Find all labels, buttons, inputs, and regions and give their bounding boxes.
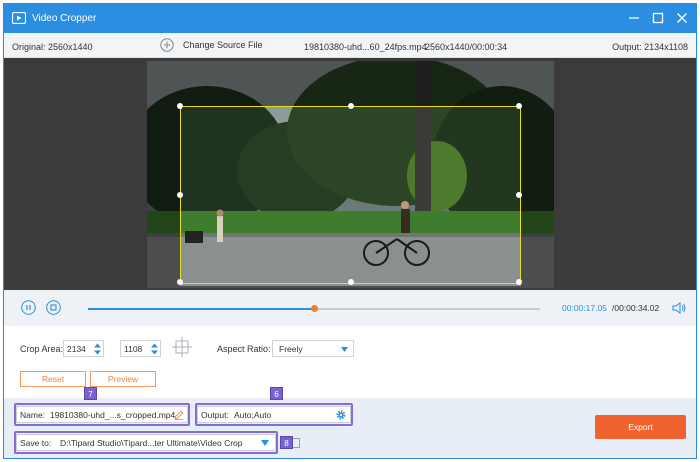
crop-handle-left[interactable] (177, 192, 183, 198)
crop-rectangle[interactable] (177, 103, 522, 285)
reset-button[interactable]: Reset (20, 371, 86, 387)
export-button[interactable]: Export (595, 415, 686, 439)
change-source-button[interactable]: Change Source File (160, 36, 263, 54)
output-settings-panel: Name: 19810380-uhd_...s_cropped.mp4 7 Ou… (4, 387, 696, 458)
source-info-bar: Original: 2560x1440 Change Source File 1… (4, 33, 696, 58)
folder-icon[interactable] (292, 438, 300, 448)
crop-handle-bottom[interactable] (348, 279, 354, 285)
chevron-down-icon (341, 347, 348, 352)
pause-icon[interactable] (21, 300, 36, 315)
video-cropper-app-icon (12, 12, 26, 24)
total-time: /00:00:34.02 (612, 303, 660, 313)
width-stepper-icon[interactable] (93, 342, 102, 356)
aspect-ratio-select[interactable]: Freely (272, 340, 354, 357)
aspect-ratio-value: Freely (279, 344, 303, 354)
crop-handle-bottom-right[interactable] (516, 279, 522, 285)
timeline-slider[interactable] (88, 305, 540, 312)
crop-width-value: 2134 (67, 344, 86, 354)
output-resolution: Output: 2134x1108 (612, 42, 688, 52)
crop-height-input[interactable]: 1108 (120, 340, 161, 357)
video-cropper-window: Video Cropper Original: 2560x1440 Change… (3, 3, 697, 459)
crop-handle-bottom-left[interactable] (177, 279, 183, 285)
timeline-progress (88, 308, 314, 310)
crop-area-label: Crop Area: (20, 344, 64, 354)
aspect-ratio-label: Aspect Ratio: (217, 344, 271, 354)
maximize-icon[interactable] (649, 10, 667, 26)
crop-handle-top-right[interactable] (516, 103, 522, 109)
preview-button[interactable]: Preview (90, 371, 156, 387)
crop-handle-top[interactable] (348, 103, 354, 109)
name-step-badge: 7 (84, 387, 97, 400)
crop-width-input[interactable]: 2134 (63, 340, 104, 357)
timeline-playhead[interactable] (311, 305, 318, 312)
center-crop-icon[interactable] (172, 337, 192, 357)
current-time: 00:00:17.05 (562, 303, 607, 313)
save-to-field-highlight (14, 431, 278, 454)
source-file-name: 19810380-uhd...60_24fps.mp4 (304, 42, 427, 52)
playback-bar: 00:00:17.05 /00:00:34.02 (4, 290, 696, 326)
save-to-step-badge: 8 (280, 436, 293, 449)
video-preview-area (4, 58, 696, 290)
window-title: Video Cropper (32, 13, 97, 24)
output-step-badge: 6 (270, 387, 283, 400)
volume-icon[interactable] (672, 302, 686, 314)
source-file-meta: 2560x1440/00:00:34 (425, 42, 508, 52)
title-bar: Video Cropper (4, 4, 696, 33)
change-source-label: Change Source File (183, 40, 263, 50)
add-circle-icon (160, 38, 174, 52)
stop-icon[interactable] (46, 300, 61, 315)
close-icon[interactable] (673, 10, 691, 26)
output-field-highlight (195, 403, 353, 426)
crop-height-value: 1108 (124, 344, 143, 354)
crop-handle-top-left[interactable] (177, 103, 183, 109)
minimize-icon[interactable] (625, 10, 643, 26)
name-field-highlight (14, 403, 190, 426)
original-resolution: Original: 2560x1440 (12, 42, 93, 52)
height-stepper-icon[interactable] (150, 342, 159, 356)
crop-handle-right[interactable] (516, 192, 522, 198)
